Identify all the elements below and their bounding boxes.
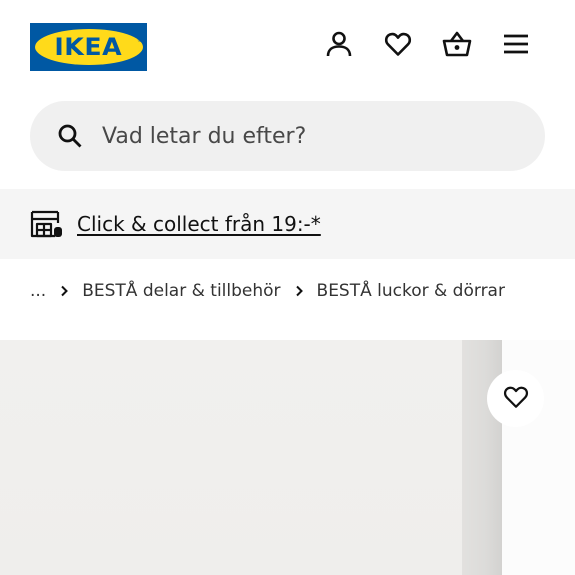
site-header: IKEA ®	[0, 0, 575, 95]
wishlist-heart-icon[interactable]	[382, 28, 414, 60]
breadcrumb-item-besta-luckor[interactable]: BESTÅ luckor & dörrar	[317, 281, 505, 301]
logo-text: IKEA	[54, 33, 123, 61]
door-panel-edge	[462, 340, 502, 575]
breadcrumb-item-besta-delar[interactable]: BESTÅ delar & tillbehör	[82, 281, 280, 301]
store-pickup-icon	[30, 209, 64, 239]
add-to-favourites-button[interactable]	[487, 370, 544, 427]
logo-registered-mark: ®	[137, 37, 143, 44]
search-icon	[56, 122, 84, 150]
chevron-right-icon	[295, 285, 303, 297]
heart-icon	[502, 384, 530, 414]
ikea-logo[interactable]: IKEA ®	[30, 23, 147, 71]
door-panel-face	[0, 340, 462, 575]
breadcrumb: ... BESTÅ delar & tillbehör BESTÅ luckor…	[30, 276, 505, 306]
breadcrumb-ellipsis[interactable]: ...	[30, 281, 46, 301]
click-collect-banner: Click & collect från 19:-*	[0, 189, 575, 259]
hamburger-menu-icon[interactable]	[500, 28, 532, 60]
search-bar[interactable]: Vad letar du efter?	[30, 101, 545, 171]
shopping-bag-icon[interactable]	[441, 28, 473, 60]
account-icon[interactable]	[323, 28, 355, 60]
logo-oval: IKEA	[34, 29, 143, 65]
chevron-right-icon	[60, 285, 69, 297]
search-input-placeholder[interactable]: Vad letar du efter?	[102, 124, 306, 149]
click-collect-link[interactable]: Click & collect från 19:-*	[77, 212, 321, 236]
product-image[interactable]	[0, 340, 575, 575]
